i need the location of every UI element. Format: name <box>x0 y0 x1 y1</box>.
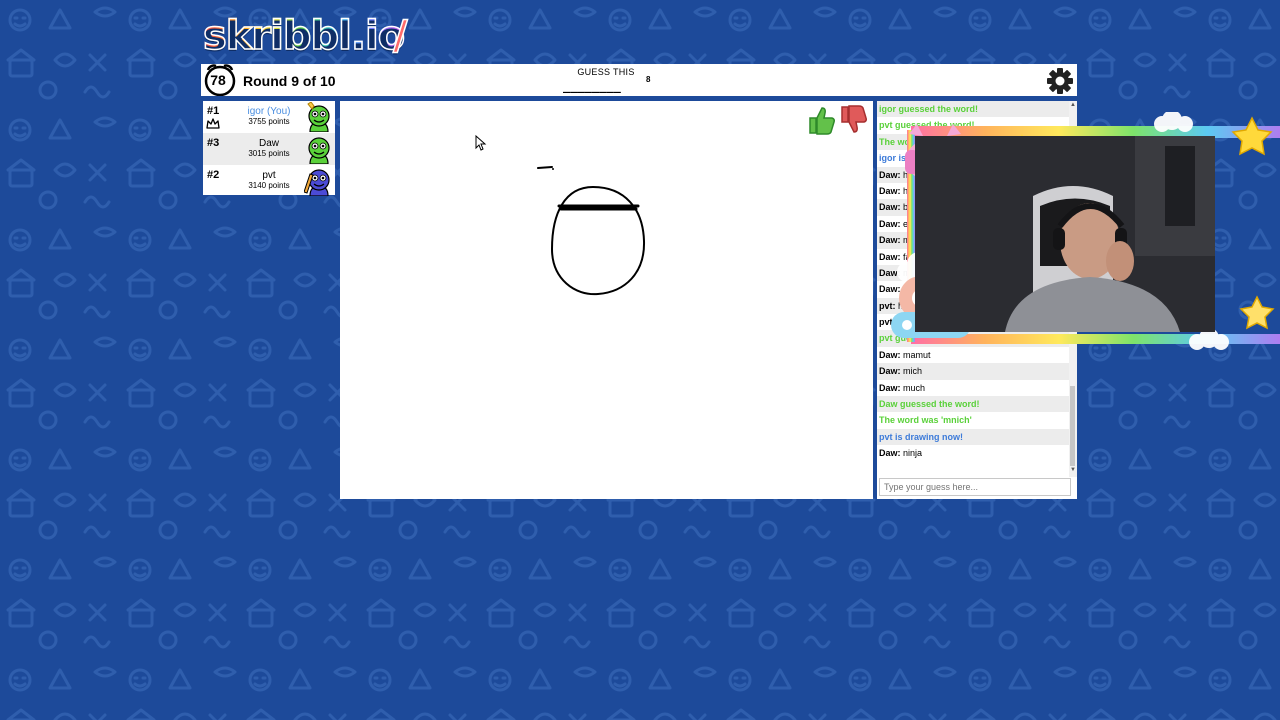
chat-system-text: pvt is drawing now! <box>879 431 964 442</box>
chat-author: Daw: <box>879 382 901 393</box>
chat-system-text: The word was 'mnich' <box>879 415 972 426</box>
drawing-strokes <box>475 134 646 296</box>
player-points: 3755 points <box>248 117 290 126</box>
word-length-count: 8 <box>646 75 651 84</box>
player-points: 3140 points <box>248 181 290 190</box>
chat-system-text: Daw guessed the word! <box>879 399 980 410</box>
thumbs-up-icon[interactable] <box>807 104 837 136</box>
chat-text: much <box>903 382 926 393</box>
player-rank: #1 <box>207 105 220 117</box>
player-rank: #2 <box>207 169 220 181</box>
player-row[interactable]: #2 pvt 3140 points <box>203 165 335 197</box>
player-name: pvt <box>262 170 276 181</box>
player-avatar <box>304 169 330 196</box>
chat-author: Daw: <box>879 448 901 459</box>
chat-text: ninja <box>903 448 923 459</box>
chat-message: Daw: much <box>877 380 1069 396</box>
player-name: Daw <box>258 138 279 149</box>
player-name: igor (You) <box>247 106 291 117</box>
chat-author: Daw: <box>879 366 901 377</box>
chat-message: Daw: ninja <box>877 445 1069 461</box>
crown-icon <box>206 118 220 129</box>
chat-message: pvt is drawing now! <box>877 428 1069 446</box>
thumbs-down-icon[interactable] <box>839 104 869 136</box>
player-row[interactable]: #1 igor (You) 3755 points <box>203 101 335 133</box>
webcam-image <box>915 136 1215 332</box>
logo-text: skribbl.io <box>202 13 406 59</box>
chat-message: Daw: mich <box>877 363 1069 380</box>
guess-input[interactable] <box>879 478 1071 496</box>
game-topbar: 78 Round 9 of 10 GUESS THIS ________ 8 <box>201 64 1077 100</box>
drawing-canvas[interactable] <box>340 101 873 499</box>
word-hint-blanks: ________ <box>563 79 621 93</box>
player-rank: #3 <box>207 137 220 149</box>
webcam-feed <box>915 136 1215 332</box>
logo-pencil-icon: / <box>392 13 408 59</box>
gear-icon[interactable] <box>1046 67 1074 95</box>
chat-message: The word was 'mnich' <box>877 412 1069 428</box>
scroll-down-arrow-icon[interactable]: ▼ <box>1070 467 1076 473</box>
player-avatar <box>308 137 330 164</box>
round-indicator: Round 9 of 10 <box>243 73 336 89</box>
skribbl-logo: skribbl.io / <box>202 13 408 59</box>
player-row[interactable]: #3 Daw 3015 points <box>203 133 335 165</box>
chat-scroll-thumb[interactable] <box>1070 386 1075 466</box>
scroll-up-arrow-icon[interactable]: ▲ <box>1070 102 1076 108</box>
chat-text: mich <box>903 366 923 377</box>
player-avatar <box>307 102 330 132</box>
player-list: #1 igor (You) 3755 points #3 Daw 3015 points #… <box>203 101 335 197</box>
player-points: 3015 points <box>248 149 290 158</box>
round-timer: 78 <box>210 72 226 88</box>
chat-message: Daw guessed the word! <box>877 396 1069 413</box>
